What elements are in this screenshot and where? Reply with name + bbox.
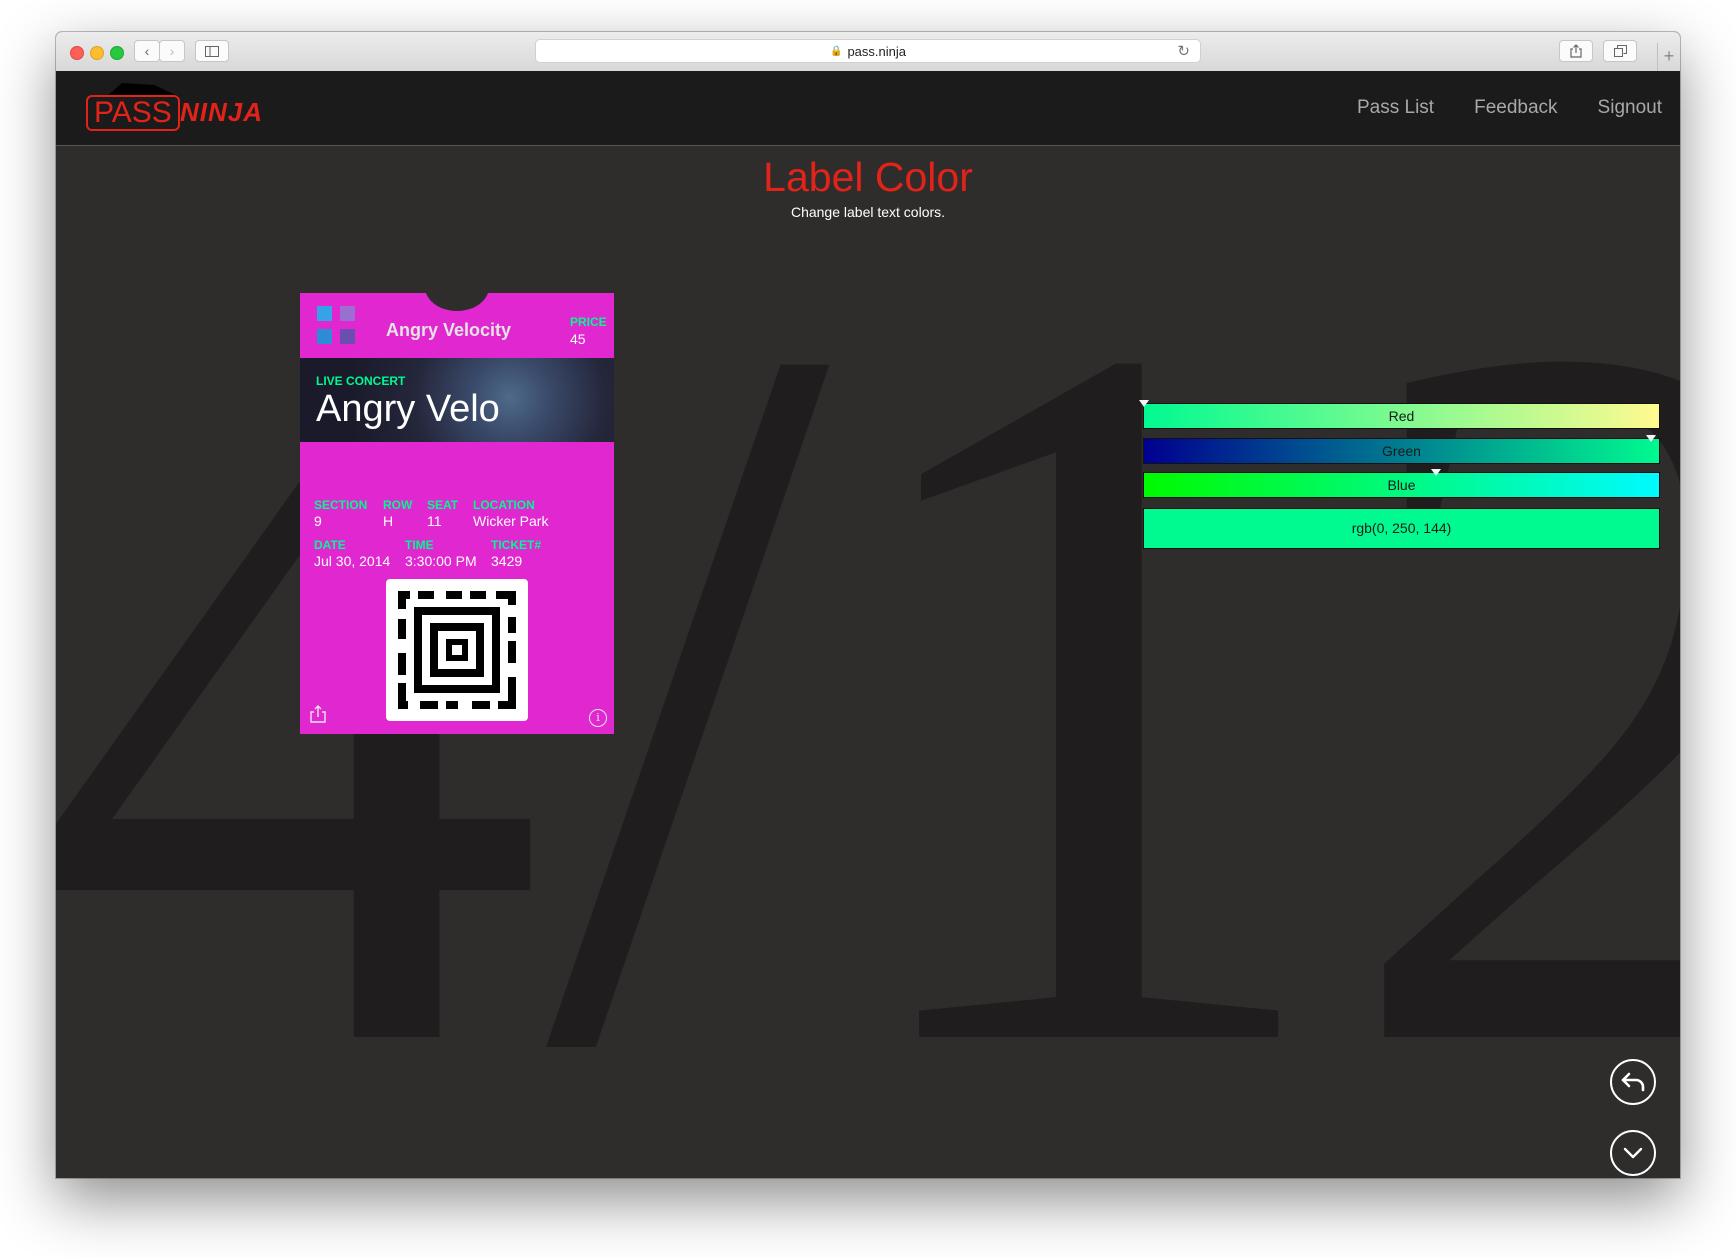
sidebar-button[interactable] [195, 40, 229, 62]
pass-header-value: 45 [570, 331, 586, 347]
logo-ninja-text: NINJA [180, 97, 264, 127]
chevron-left-icon: ‹ [144, 43, 150, 59]
pass-strip-image: LIVE CONCERT Angry Velo [300, 358, 614, 442]
pass-field-label: TICKET# [491, 538, 542, 552]
aztec-barcode [386, 579, 528, 721]
undo-button[interactable] [1610, 1059, 1656, 1105]
red-slider-thumb[interactable] [1139, 400, 1149, 407]
url-text: pass.ninja [847, 43, 906, 59]
back-button[interactable]: ‹ [134, 40, 160, 62]
sidebar-icon [205, 45, 219, 57]
pass-header-label: PRICE [570, 315, 607, 329]
red-slider[interactable]: Red [1139, 400, 1660, 429]
pass-field-value: 3:30:00 PM [405, 553, 477, 569]
barcode-icon [398, 591, 516, 709]
pass-field-value: Wicker Park [473, 513, 549, 529]
close-window-button[interactable] [70, 46, 84, 60]
address-bar[interactable]: 🔒 pass.ninja ↻ [535, 39, 1201, 63]
pass-field-label: DATE [314, 538, 346, 552]
main-content: 4/12 Label Color Change label text color… [56, 145, 1680, 1178]
logo-pass-text: PASS [86, 95, 180, 131]
pass-notch [425, 293, 489, 311]
red-slider-label: Red [1388, 408, 1415, 424]
pass-field-value: 3429 [491, 553, 523, 569]
tabs-button[interactable] [1603, 40, 1637, 62]
green-slider-label: Green [1382, 443, 1421, 459]
pass-field-value: Jul 30, 2014 [314, 553, 391, 569]
nav-pass-list-link[interactable]: Pass List [1357, 97, 1434, 119]
next-step-button[interactable] [1610, 1130, 1656, 1176]
pass-field-value: 11 [427, 513, 442, 529]
pass-field-label: ROW [383, 498, 413, 512]
pass-preview: Angry Velocity PRICE 45 LIVE CONCERT Ang… [300, 293, 614, 734]
nav-feedback-link[interactable]: Feedback [1474, 97, 1557, 119]
pass-share-icon[interactable] [310, 705, 326, 723]
pass-primary-value: Angry Velo [316, 388, 500, 430]
site-navbar: PASS NINJA Pass List Feedback Signout [56, 71, 1680, 146]
page-title: Label Color [763, 154, 973, 200]
share-icon [1570, 44, 1582, 58]
pass-field-label: SEAT [427, 498, 459, 512]
tabs-icon [1613, 45, 1627, 57]
pass-field-label: TIME [405, 538, 434, 552]
blue-slider-label: Blue [1387, 477, 1416, 493]
undo-arrow-icon [1621, 1072, 1645, 1092]
share-button[interactable] [1559, 40, 1593, 62]
chevron-down-icon [1623, 1147, 1643, 1159]
pass-field-value: H [383, 513, 394, 529]
new-tab-button[interactable]: + [1657, 43, 1680, 71]
nav-signout-link[interactable]: Signout [1598, 97, 1662, 119]
blue-slider-thumb[interactable] [1431, 469, 1441, 476]
color-result-text: rgb(0, 250, 144) [1351, 520, 1452, 536]
pass-logo-icon [317, 306, 359, 348]
pass-field-label: SECTION [314, 498, 368, 512]
browser-window: ‹ › 🔒 pass.ninja ↻ + PASS NINJA Pass Lis… [56, 32, 1680, 1178]
chevron-right-icon: › [169, 43, 175, 59]
zoom-window-button[interactable] [110, 46, 124, 60]
pass-ninja-logo[interactable]: PASS NINJA [86, 81, 286, 137]
pass-field-label: LOCATION [473, 498, 535, 512]
green-slider-thumb[interactable] [1646, 435, 1656, 442]
forward-button[interactable]: › [159, 40, 185, 62]
pass-info-icon[interactable]: i [589, 709, 607, 727]
color-result-swatch: rgb(0, 250, 144) [1143, 508, 1660, 549]
nav-links: Pass List Feedback Signout [1317, 71, 1662, 145]
green-slider[interactable]: Green [1143, 435, 1660, 464]
blue-slider[interactable]: Blue [1143, 469, 1660, 498]
browser-toolbar: ‹ › 🔒 pass.ninja ↻ + [56, 32, 1680, 72]
minimize-window-button[interactable] [90, 46, 104, 60]
page-subtitle: Change label text colors. [790, 204, 946, 220]
reload-icon[interactable]: ↻ [1177, 42, 1190, 60]
lock-icon: 🔒 [830, 45, 843, 57]
pass-field-value: 9 [314, 513, 322, 529]
pass-organization-name: Angry Velocity [386, 320, 512, 340]
